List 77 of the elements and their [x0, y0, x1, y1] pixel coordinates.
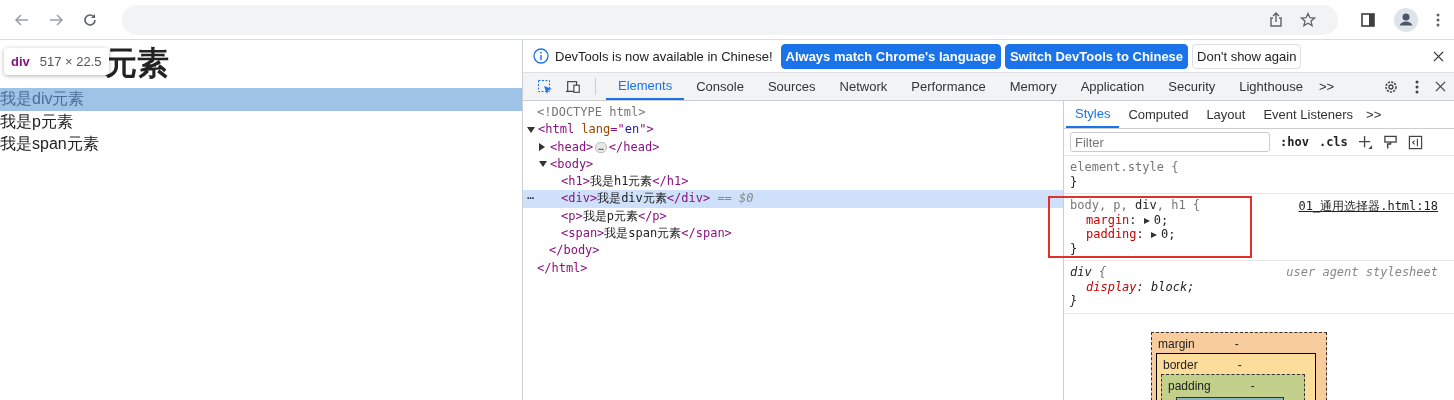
source-link[interactable]: 01_通用选择器.html:18: [1298, 198, 1438, 215]
disclosure-triangle-icon[interactable]: [527, 126, 535, 133]
plus-icon[interactable]: [1357, 134, 1373, 150]
box-label: padding: [1168, 378, 1211, 393]
box-value: -: [1237, 357, 1242, 372]
page-text: 我是span元素: [0, 134, 100, 154]
panel-tab[interactable]: Performance: [899, 73, 998, 100]
infobar-message: DevTools is now available in Chinese!: [555, 48, 773, 64]
dom-line[interactable]: <!DOCTYPE html>: [523, 104, 1063, 122]
box-value: -: [1250, 378, 1255, 393]
more-options-icon[interactable]: [1415, 78, 1419, 95]
reload-icon[interactable]: [82, 11, 98, 28]
close-icon[interactable]: [1433, 50, 1444, 62]
page-text: 我是p元素: [0, 111, 74, 132]
ellipsis-icon[interactable]: ⋯: [527, 190, 535, 208]
sidebar-tab[interactable]: Styles: [1066, 101, 1120, 128]
style-toggle[interactable]: :hov: [1280, 135, 1309, 149]
source-label: user agent stylesheet: [1286, 265, 1438, 279]
infobar-button[interactable]: Don't show again: [1192, 43, 1302, 69]
paint-roller-icon[interactable]: [1382, 134, 1398, 150]
device-toolbar-icon[interactable]: [565, 78, 581, 95]
box-label: border: [1163, 357, 1198, 372]
share-icon[interactable]: [1268, 11, 1284, 28]
page-heading: 元素: [105, 44, 169, 83]
panel-tab[interactable]: Lighthouse: [1227, 73, 1315, 100]
box-label: margin: [1158, 336, 1195, 351]
sidebar-tab[interactable]: Computed: [1119, 101, 1198, 128]
dom-line[interactable]: <p>我是p元素</p>: [523, 207, 1063, 226]
css-declaration: margin: 0;: [1085, 212, 1170, 227]
css-selector: element.style {: [1070, 160, 1179, 174]
box-value: -: [1234, 336, 1239, 351]
tooltip-size: 517 × 22.5: [39, 54, 102, 69]
css-selector: div {: [1070, 265, 1107, 279]
closing-brace: }: [1070, 294, 1079, 309]
panel-tab[interactable]: Application: [1068, 73, 1157, 100]
css-declaration: padding: 0;: [1085, 227, 1177, 242]
page-text: 我是div元素: [0, 88, 522, 111]
dom-line[interactable]: </html>: [523, 259, 1063, 277]
more-tabs[interactable]: >>: [1362, 107, 1386, 122]
style-toggle[interactable]: .cls: [1318, 135, 1348, 149]
infobar-button[interactable]: Always match Chrome's language: [780, 43, 1001, 69]
panel-tab[interactable]: Security: [1156, 73, 1228, 100]
closing-brace: }: [1070, 241, 1079, 256]
dom-line[interactable]: <h1>我是h1元素</h1>: [523, 173, 1063, 191]
closing-brace: }: [1070, 174, 1079, 189]
more-tabs[interactable]: >>: [1314, 79, 1339, 94]
forward-icon[interactable]: [48, 11, 64, 28]
filter-field[interactable]: Filter: [1070, 132, 1270, 152]
dom-line[interactable]: </body>: [523, 242, 1063, 260]
collapsed-badge[interactable]: …: [595, 141, 607, 153]
panel-tab[interactable]: Memory: [997, 73, 1069, 100]
star-icon[interactable]: [1300, 11, 1316, 28]
side-panel-icon[interactable]: [1360, 11, 1376, 28]
sidebar-toggle-icon[interactable]: [1407, 134, 1423, 150]
dom-line[interactable]: <head> … </head>: [523, 138, 1063, 156]
panel-tab[interactable]: Elements: [606, 73, 685, 100]
dom-line[interactable]: <span>我是span元素</span>: [523, 225, 1063, 243]
profile-icon[interactable]: [1394, 7, 1418, 32]
css-selector: body, p, div, h1 {: [1070, 198, 1201, 212]
dom-line[interactable]: <html lang="en">: [523, 121, 1063, 139]
close-icon[interactable]: [1435, 81, 1446, 92]
back-icon[interactable]: [14, 11, 30, 28]
sidebar-tab[interactable]: Layout: [1197, 101, 1255, 128]
css-declaration: display: block;: [1085, 279, 1195, 294]
sidebar-tab[interactable]: Event Listeners: [1254, 101, 1363, 128]
settings-icon[interactable]: [1383, 78, 1399, 95]
inspect-icon[interactable]: [537, 78, 553, 95]
panel-tab[interactable]: Network: [827, 73, 900, 100]
disclosure-triangle-icon[interactable]: [539, 161, 547, 168]
menu-icon[interactable]: [1436, 11, 1440, 28]
disclosure-triangle-icon[interactable]: [539, 143, 545, 152]
panel-tab[interactable]: Console: [684, 73, 756, 100]
dom-line[interactable]: <body>: [523, 155, 1063, 174]
info-icon: [533, 48, 549, 64]
panel-tab[interactable]: Sources: [755, 73, 828, 100]
tooltip-tag: div: [11, 54, 30, 69]
infobar-button[interactable]: Switch DevTools to Chinese: [1004, 43, 1189, 69]
